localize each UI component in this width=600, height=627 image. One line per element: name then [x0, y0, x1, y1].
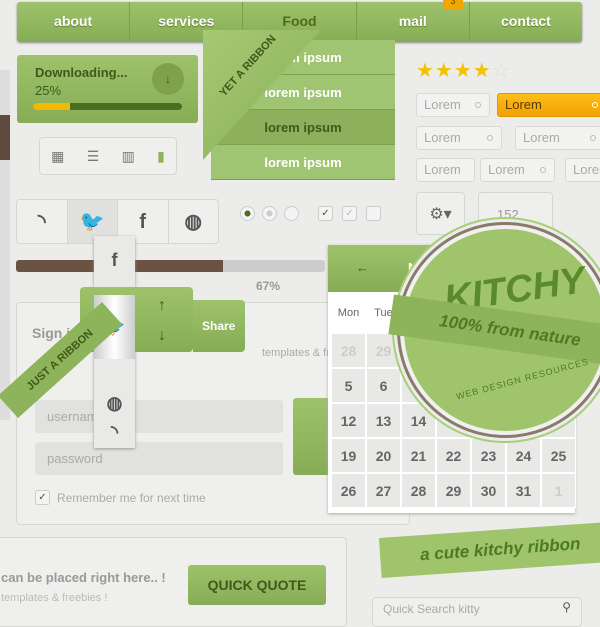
cute-ribbon: a cute kitchy ribbon — [378, 522, 600, 578]
tag[interactable]: Lorem — [416, 158, 475, 182]
calendar-day[interactable]: 27 — [366, 473, 401, 508]
calendar-day[interactable]: 5 — [331, 368, 366, 403]
search-icon[interactable]: ⚲ — [562, 600, 571, 614]
progress-label: 67% — [256, 279, 281, 293]
calendar-day[interactable]: 13 — [366, 403, 401, 438]
calendar-day[interactable]: 23 — [471, 438, 506, 473]
share-button[interactable]: Share — [193, 300, 245, 352]
nav-about[interactable]: about — [17, 2, 131, 42]
tag[interactable]: Lorem — [515, 126, 600, 150]
calendar-day[interactable]: 1 — [541, 473, 576, 508]
calendar-day[interactable]: 19 — [331, 438, 366, 473]
prev-month-icon[interactable]: ← — [356, 260, 369, 275]
calendar-day[interactable]: 21 — [401, 438, 436, 473]
side-scroll[interactable] — [0, 70, 10, 420]
day-name: Mon — [337, 307, 360, 319]
arrow-down-icon: ↓ — [165, 72, 171, 86]
view-toggle: ▦ ☰ ▥ ▮ — [39, 137, 177, 175]
download-percent: 25% — [35, 83, 62, 98]
stepper-value: 152 — [497, 207, 519, 222]
progress-bar — [16, 260, 325, 272]
calendar-day[interactable]: 25 — [541, 438, 576, 473]
checkbox[interactable]: ✓ — [342, 206, 357, 221]
download-button[interactable]: ↓ — [152, 63, 184, 95]
facebook-icon[interactable]: f — [94, 250, 135, 271]
tag-label: Lorem — [424, 97, 461, 112]
calendar-day[interactable]: 6 — [366, 368, 401, 403]
calendar-day[interactable]: 29 — [366, 333, 401, 368]
tag[interactable]: Lorem — [565, 158, 600, 182]
password-input[interactable]: password — [35, 442, 283, 475]
quick-quote-button[interactable]: QUICK QUOTE — [188, 565, 326, 605]
calendar-day[interactable]: 12 — [331, 403, 366, 438]
search-placeholder: Quick Search kitty — [383, 602, 480, 616]
calendar-day[interactable]: 26 — [331, 473, 366, 508]
calendar-day[interactable]: 14 — [401, 403, 436, 438]
radio[interactable] — [262, 206, 277, 221]
download-widget: Downloading... 25% ↓ — [17, 55, 198, 123]
signin-button[interactable] — [293, 398, 330, 475]
calendar-day[interactable]: 20 — [366, 438, 401, 473]
checkbox[interactable] — [366, 206, 381, 221]
columns-icon[interactable]: ▥ — [122, 148, 135, 165]
remember-label: Remember me for next time — [57, 491, 206, 505]
radio[interactable] — [284, 206, 299, 221]
calendar-day[interactable]: 28 — [401, 473, 436, 508]
calendar-day[interactable]: 22 — [436, 438, 471, 473]
download-title: Downloading... — [35, 65, 128, 80]
kitchy-seal: KITCHY 100% from nature WEB DESIGN RESOU… — [388, 225, 600, 435]
tag[interactable]: Lorem — [416, 126, 502, 150]
checkbox-checked[interactable]: ✓ — [318, 206, 333, 221]
star-rating[interactable]: ★★★★☆ — [416, 58, 511, 83]
dropdown-item[interactable]: lorem ipsum — [211, 145, 395, 180]
tag[interactable]: Lorem — [416, 93, 490, 117]
search-box[interactable]: Quick Search kitty ⚲ — [372, 597, 582, 627]
calendar-day[interactable]: 30 — [471, 473, 506, 508]
dribbble-icon[interactable]: ◍ — [169, 200, 219, 243]
list-icon[interactable]: ☰ — [87, 148, 100, 165]
tag-label: Lorem — [505, 97, 542, 112]
tag-label: Lorem — [424, 130, 461, 145]
quote-line2: templates & freebies ! — [1, 592, 108, 604]
gear-icon: ⚙▾ — [429, 206, 452, 223]
tag-active[interactable]: Lorem — [497, 93, 600, 117]
tag[interactable]: Lorem — [480, 158, 555, 182]
tag-label: Lorem — [573, 162, 600, 177]
username-input[interactable]: username — [35, 400, 283, 433]
calendar-day[interactable]: 31 — [506, 473, 541, 508]
calendar-day[interactable]: 24 — [506, 438, 541, 473]
seal-sub: WEB DESIGN RESOURCES — [455, 356, 590, 402]
rss-icon[interactable]: ◝ — [17, 200, 68, 243]
tag-label: Lorem — [523, 130, 560, 145]
calendar-day[interactable]: 28 — [331, 333, 366, 368]
share-up-icon[interactable]: ↑ — [158, 297, 166, 315]
settings-button[interactable]: ⚙▾ — [416, 192, 465, 235]
quote-line1: can be placed right here.. ! — [1, 570, 166, 585]
mail-badge: 3 — [443, 0, 463, 10]
download-progress — [33, 103, 182, 110]
radio-checked[interactable] — [240, 206, 255, 221]
nav-contact[interactable]: contact — [470, 2, 582, 42]
film-icon[interactable]: ▮ — [157, 148, 165, 165]
rss-icon[interactable]: ◝ — [94, 422, 135, 443]
calendar-day[interactable]: 29 — [436, 473, 471, 508]
dribbble-icon[interactable]: ◍ — [94, 393, 135, 414]
grid-icon[interactable]: ▦ — [51, 148, 64, 165]
tag-label: Lorem — [488, 162, 525, 177]
tag-label: Lorem — [424, 162, 461, 177]
share-down-icon[interactable]: ↓ — [158, 327, 166, 345]
remember-checkbox[interactable]: ✓ — [35, 490, 50, 505]
